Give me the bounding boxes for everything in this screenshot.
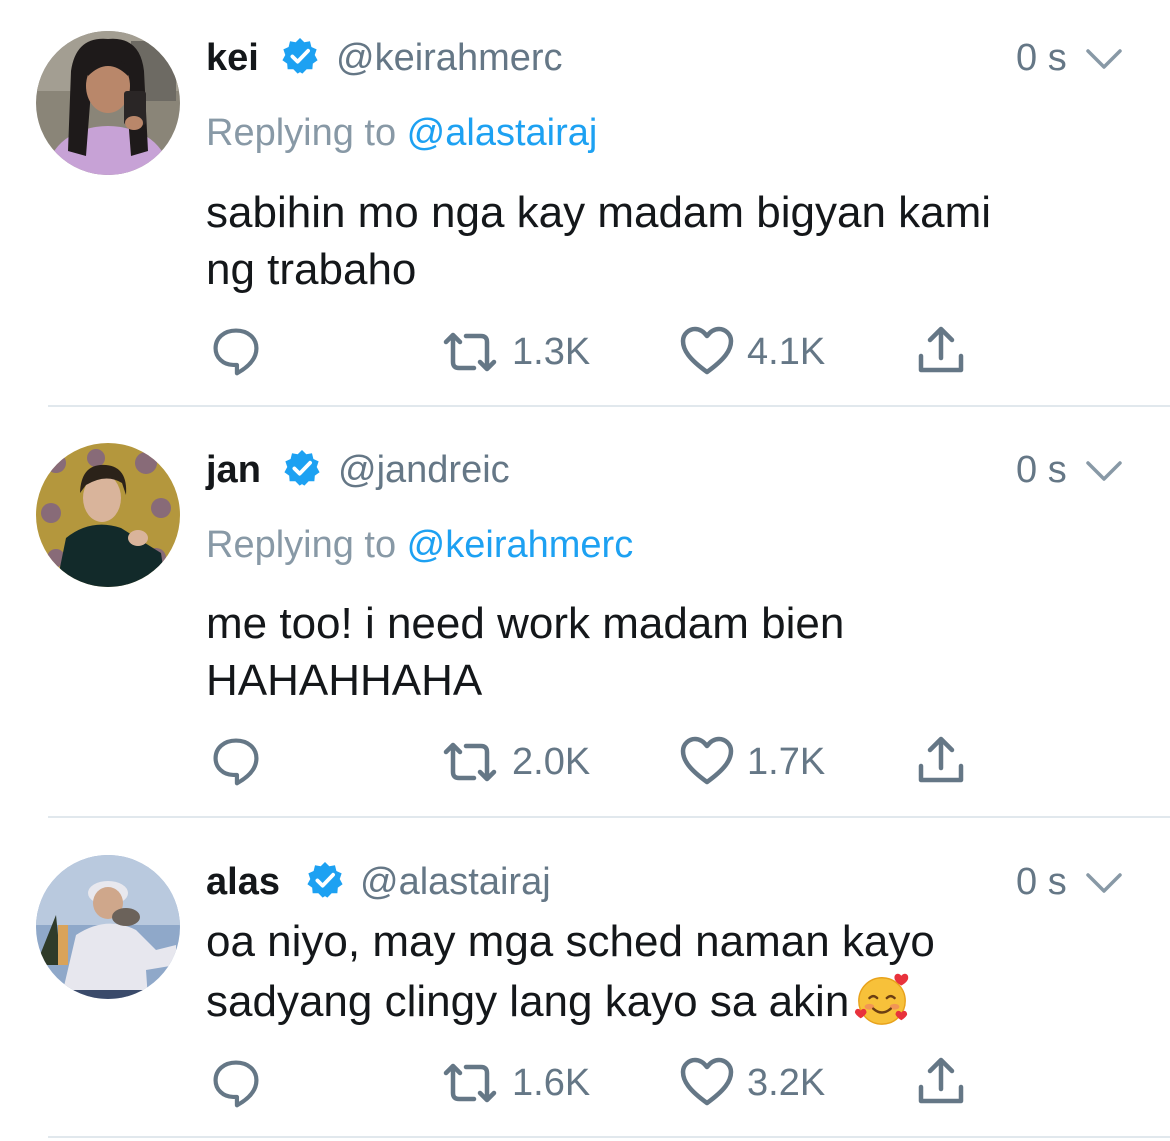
handle[interactable]: @jandreic [338, 451, 510, 489]
like-icon[interactable] [679, 326, 735, 376]
reply-icon[interactable] [208, 735, 264, 787]
like-icon[interactable] [679, 1057, 735, 1107]
retweet-icon[interactable] [442, 332, 498, 372]
avatar[interactable] [36, 443, 180, 587]
verified-badge-icon [283, 449, 321, 487]
tweet-text-line-text: sadyang clingy lang kayo sa akin [206, 977, 850, 1026]
replying-to-link[interactable]: @keirahmerc [407, 524, 634, 566]
tweet-text-line: oa niyo, may mga sched naman kayo [206, 917, 935, 966]
verified-badge-icon [281, 37, 319, 75]
timestamp: 0 s [1016, 449, 1067, 491]
retweet-count: 1.6K [512, 1062, 591, 1104]
tweet-text: me too! i need work madam bien HAHAHHAHA [206, 595, 1106, 709]
chevron-down-icon[interactable] [1084, 46, 1124, 72]
tweet-text-line: sabihin mo nga kay madam bigyan kami [206, 188, 992, 237]
divider [48, 405, 1170, 407]
handle[interactable]: @keirahmerc [336, 39, 563, 77]
retweet-icon[interactable] [442, 742, 498, 782]
reply-icon[interactable] [208, 1057, 264, 1109]
share-icon[interactable] [917, 326, 965, 374]
tweet-text-line: sadyang clingy lang kayo sa akin [206, 970, 1106, 1030]
verified-badge-icon [306, 861, 344, 899]
tweet-text-line: HAHAHHAHA [206, 656, 483, 705]
tweet-text-line: ng trabaho [206, 245, 417, 294]
display-name[interactable]: kei [206, 39, 259, 77]
divider [48, 1136, 1170, 1138]
like-count: 4.1K [747, 331, 826, 373]
retweet-icon[interactable] [442, 1063, 498, 1103]
retweet-count: 1.3K [512, 331, 591, 373]
smiling-face-with-hearts-icon [855, 973, 909, 1025]
timestamp: 0 s [1016, 861, 1067, 903]
avatar[interactable] [36, 31, 180, 175]
divider [48, 816, 1170, 818]
replying-to-link[interactable]: @alastairaj [407, 112, 598, 154]
replying-to: Replying to @keirahmerc [206, 526, 633, 564]
like-icon[interactable] [679, 736, 735, 786]
replying-prefix: Replying to [206, 112, 407, 154]
share-icon[interactable] [917, 736, 965, 784]
tweet-text: sabihin mo nga kay madam bigyan kami ng … [206, 184, 1106, 298]
replying-prefix: Replying to [206, 524, 407, 566]
like-count: 3.2K [747, 1062, 826, 1104]
like-count: 1.7K [747, 741, 826, 783]
handle[interactable]: @alastairaj [360, 863, 551, 901]
reply-icon[interactable] [208, 325, 264, 377]
replying-to: Replying to @alastairaj [206, 114, 597, 152]
timestamp: 0 s [1016, 37, 1067, 79]
share-icon[interactable] [917, 1057, 965, 1105]
avatar[interactable] [36, 855, 180, 999]
tweet-text: oa niyo, may mga sched naman kayo sadyan… [206, 913, 1106, 1030]
retweet-count: 2.0K [512, 741, 591, 783]
chevron-down-icon[interactable] [1084, 458, 1124, 484]
chevron-down-icon[interactable] [1084, 870, 1124, 896]
tweet-text-line: me too! i need work madam bien [206, 599, 845, 648]
display-name[interactable]: alas [206, 863, 280, 901]
display-name[interactable]: jan [206, 451, 261, 489]
